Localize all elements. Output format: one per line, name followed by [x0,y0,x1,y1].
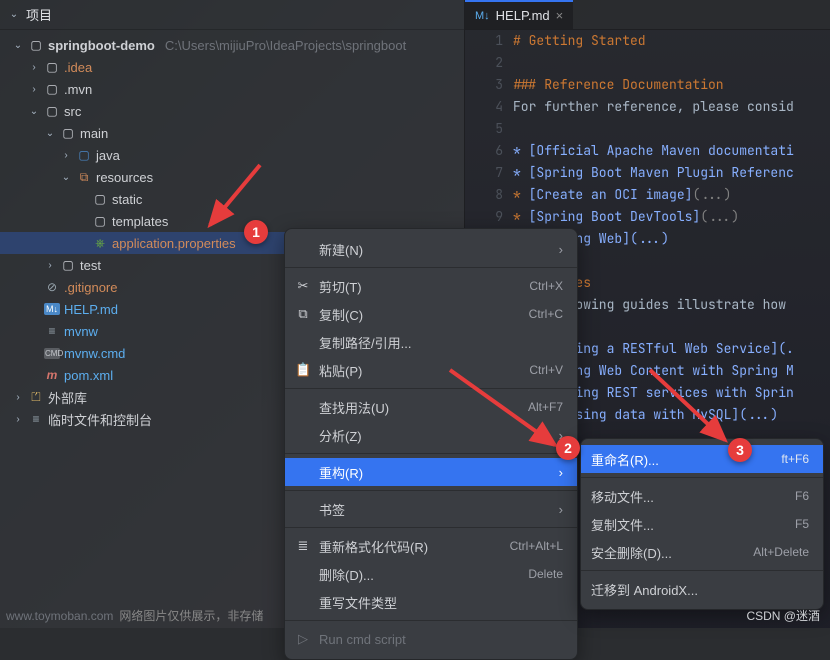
cmd-icon: CMD [44,348,60,359]
submenu-move[interactable]: 移动文件...F6 [581,482,823,510]
folder-icon: ▢ [60,126,76,140]
play-icon: ▷ [295,631,311,647]
file-icon: ≡ [44,324,60,338]
editor-tabs: M↓ HELP.md × [465,0,830,30]
menu-copy-path[interactable]: 复制路径/引用... [285,328,577,356]
close-icon[interactable]: × [556,8,564,23]
submenu-rename[interactable]: 重命名(R)...ft+F6 [581,445,823,473]
menu-delete[interactable]: 删除(D)...Delete [285,560,577,588]
scratch-icon: ≡ [28,412,44,426]
menu-find-usages[interactable]: 查找用法(U)Alt+F7 [285,393,577,421]
menu-new[interactable]: 新建(N)› [285,235,577,263]
folder-icon: ▢ [28,38,44,52]
chevron-right-icon: › [559,502,563,517]
maven-icon: m [44,368,60,382]
annotation-badge-1: 1 [244,220,268,244]
tree-root[interactable]: ⌄ ▢ springboot-demo C:\Users\mijiuPro\Id… [0,34,464,56]
submenu-migrate-androidx[interactable]: 迁移到 AndroidX... [581,575,823,603]
menu-bookmarks[interactable]: 书签› [285,495,577,523]
source-folder-icon: ▢ [76,148,92,162]
ignore-icon: ⊘ [44,280,60,294]
menu-refactor[interactable]: 重构(R)› [285,458,577,486]
project-panel-header[interactable]: ⌄ 项目 [0,0,464,30]
copy-icon: ⧉ [295,306,311,322]
menu-run-cmd[interactable]: ▷Run cmd script [285,625,577,653]
editor-tab-help[interactable]: M↓ HELP.md × [465,0,573,29]
folder-icon: ▢ [44,82,60,96]
tree-node-src[interactable]: ⌄ ▢ src [0,100,464,122]
annotation-badge-3: 3 [728,438,752,462]
markdown-icon: M↓ [44,303,60,315]
folder-icon: ▢ [92,192,108,206]
tree-node-mvn[interactable]: › ▢ .mvn [0,78,464,100]
tree-node-idea[interactable]: › ▢ .idea [0,56,464,78]
menu-override-filetype[interactable]: 重写文件类型 [285,588,577,616]
clipboard-icon: 📋 [295,362,311,378]
context-menu: 新建(N)› ✂剪切(T)Ctrl+X ⧉复制(C)Ctrl+C 复制路径/引用… [284,228,578,660]
tree-node-resources[interactable]: ⌄ ⧉ resources [0,166,464,188]
expand-icon: ⌄ [8,9,20,20]
menu-paste[interactable]: 📋粘贴(P)Ctrl+V [285,356,577,384]
menu-analyze[interactable]: 分析(Z)› [285,421,577,449]
submenu-copy[interactable]: 复制文件...F5 [581,510,823,538]
menu-copy[interactable]: ⧉复制(C)Ctrl+C [285,300,577,328]
watermark-right: CSDN @迷酒 [746,607,820,624]
resources-folder-icon: ⧉ [76,170,92,185]
chevron-right-icon: › [559,242,563,257]
menu-reformat[interactable]: ≣重新格式化代码(R)Ctrl+Alt+L [285,532,577,560]
tree-node-java[interactable]: › ▢ java [0,144,464,166]
watermark-left: www.toymoban.com网络图片仅供展示，非存储 [6,607,263,624]
scissors-icon: ✂ [295,278,311,294]
folder-icon: ▢ [60,258,76,272]
menu-cut[interactable]: ✂剪切(T)Ctrl+X [285,272,577,300]
reformat-icon: ≣ [295,538,311,554]
markdown-icon: M↓ [475,10,490,22]
submenu-safe-delete[interactable]: 安全删除(D)...Alt+Delete [581,538,823,566]
folder-icon: ▢ [44,60,60,74]
spring-icon: ⎈ [92,236,108,251]
folder-icon: ▢ [92,214,108,228]
annotation-badge-2: 2 [556,436,580,460]
folder-icon: ▢ [44,104,60,118]
tree-node-main[interactable]: ⌄ ▢ main [0,122,464,144]
library-icon: ⏍ [28,390,44,405]
tree-node-static[interactable]: › ▢ static [0,188,464,210]
refactor-submenu: 重命名(R)...ft+F6 移动文件...F6 复制文件...F5 安全删除(… [580,438,824,610]
panel-title: 项目 [26,5,52,24]
chevron-right-icon: › [559,465,563,480]
